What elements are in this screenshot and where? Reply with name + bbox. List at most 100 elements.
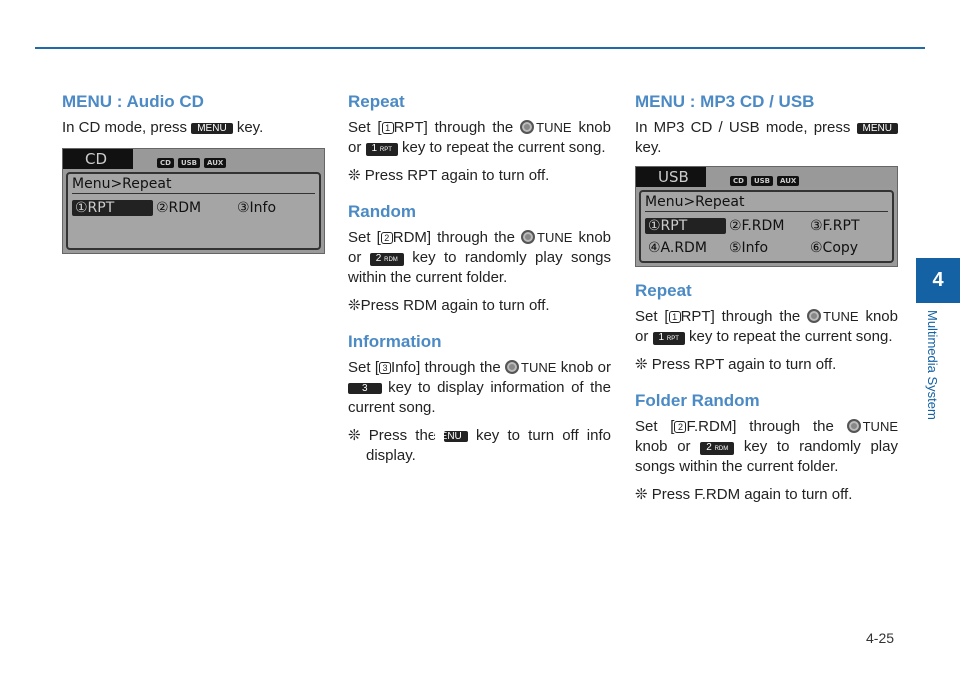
paragraph: Set [2 F.RDM] through the TUNE knob or 2 … [635, 417, 898, 477]
menu-key-icon: MENU [432, 431, 468, 442]
paragraph: Set [1 RPT] through the TUNE knob or 1 RP… [348, 118, 611, 158]
tune-knob-icon [521, 230, 536, 244]
header-rule [35, 47, 925, 49]
text: key. [635, 139, 662, 156]
text: knob or [635, 438, 691, 455]
text: RDM] through the [392, 229, 515, 246]
text: key. [236, 119, 264, 136]
text: ❊ Press the [348, 427, 437, 444]
number-2-icon: 2 [674, 421, 687, 433]
tune-knob-icon [846, 419, 861, 433]
section-repeat: Repeat Set [1 RPT] through the TUNE knob … [635, 281, 898, 375]
column-cd-options: Repeat Set [1 RPT] through the TUNE knob … [348, 92, 611, 482]
text: key to repeat the current song. [689, 328, 893, 345]
text: Set [ [635, 308, 669, 325]
text: F.RDM] through the [686, 418, 834, 435]
paragraph: Set [2 RDM] through the TUNE knob or 2 RD… [348, 228, 611, 288]
number-2-icon: 2 [380, 232, 393, 244]
section-information: Information Set [3 Info] through the TUNE… [348, 332, 611, 466]
badge-cd: CD [730, 175, 747, 186]
text: RPT] through the [393, 119, 514, 136]
menu-key-icon: MENU [191, 123, 233, 134]
paragraph: Set [3 Info] through the TUNE knob or 3 k… [348, 358, 611, 418]
text: TUNE [521, 360, 557, 375]
section-title: Information [348, 332, 442, 351]
section-title: Repeat [635, 281, 692, 300]
section-random: Random Set [2 RDM] through the TUNE knob … [348, 202, 611, 316]
note: ❊ Press F.RDM again to turn off. [635, 486, 853, 503]
column-audio-cd: MENU : Audio CD In CD mode, press MENU k… [62, 92, 325, 268]
paragraph: Set [1 RPT] through the TUNE knob or 1 RP… [635, 307, 898, 347]
menu-option: ②F.RDM [729, 218, 785, 234]
text: Set [ [348, 229, 381, 246]
tune-knob-icon [505, 360, 520, 374]
number-3-icon: 3 [379, 362, 392, 374]
section-folder-random: Folder Random Set [2 F.RDM] through the T… [635, 391, 898, 505]
section-title: Random [348, 202, 416, 221]
section-title: MENU : Audio CD [62, 92, 204, 111]
number-1-icon: 1 [381, 122, 394, 134]
note: ❊ Press RPT again to turn off. [348, 167, 550, 184]
chapter-tab: 4 [916, 258, 960, 303]
badge-usb: USB [750, 175, 774, 186]
section-title: Folder Random [635, 391, 760, 410]
badge-cd: CD [157, 157, 174, 168]
column-mp3-usb: MENU : MP3 CD / USB In MP3 CD / USB mode… [635, 92, 898, 521]
menu-option: ①RPT [645, 218, 726, 234]
text: knob or [560, 359, 611, 376]
key-number: 2 [706, 442, 712, 453]
paragraph: In MP3 CD / USB mode, press MENU key. [635, 118, 898, 158]
text: TUNE [862, 419, 898, 434]
section-title: Repeat [348, 92, 405, 111]
menu-option: ①RPT [72, 200, 153, 216]
badge-aux: AUX [777, 175, 800, 186]
menu-option: ②RDM [156, 200, 202, 216]
tune-knob-icon [520, 120, 535, 134]
screen-title: Menu>Repeat [72, 176, 315, 194]
chapter-title: Multimedia System [925, 310, 940, 420]
text: key to display information of the curren… [348, 379, 611, 416]
text: Set [ [635, 418, 675, 435]
menu-option: ③F.RPT [810, 218, 860, 234]
text: RPT] through the [680, 308, 801, 325]
text: Set [ [348, 119, 382, 136]
text: Set [ [348, 359, 380, 376]
info-key-icon: 3 [348, 383, 382, 394]
screen-tab: CD [63, 149, 133, 169]
number-1-icon: 1 [668, 311, 681, 323]
key-label: RPT [379, 147, 392, 153]
text: TUNE [823, 309, 859, 324]
text: In MP3 CD / USB mode, press [635, 119, 851, 136]
key-label: RDM [714, 446, 729, 452]
text: Info] through the [391, 359, 501, 376]
menu-option: ③Info [237, 200, 277, 216]
section-title: MENU : MP3 CD / USB [635, 92, 815, 111]
menu-key-icon: MENU [856, 123, 898, 134]
section-repeat: Repeat Set [1 RPT] through the TUNE knob … [348, 92, 611, 186]
menu-option: ⑥Copy [810, 240, 859, 256]
key-label: RPT [666, 336, 679, 342]
rdm-key-icon: 2 RDM [700, 442, 735, 455]
text: key to repeat the current song. [402, 139, 606, 156]
rdm-key-icon: 2 RDM [369, 253, 404, 266]
key-number: 2 [375, 253, 382, 264]
text: TUNE [537, 230, 573, 245]
paragraph: In CD mode, press MENU key. [62, 118, 325, 138]
rpt-key-icon: 1 RPT [652, 332, 685, 345]
note: ❊ Press RPT again to turn off. [635, 356, 837, 373]
menu-option: ⑤Info [729, 240, 769, 256]
note: ❊Press RDM again to turn off. [348, 297, 550, 314]
note: ❊ Press the MENU key to turn off info di… [348, 426, 611, 466]
tune-knob-icon [807, 309, 822, 323]
page-number: 4-25 [866, 630, 895, 646]
badge-usb: USB [177, 157, 201, 168]
screen-title: Menu>Repeat [645, 194, 888, 212]
menu-option: ④A.RDM [648, 240, 707, 256]
key-number: 1 [658, 332, 665, 343]
key-label: RDM [384, 257, 398, 263]
usb-display-screen: USB CD USB AUX Menu>Repeat ①RPT ②F.RDM ③F.RP… [635, 166, 898, 267]
cd-display-screen: CD CD USB AUX Menu>Repeat ①RPT ②RDM ③Info [62, 148, 325, 254]
rpt-key-icon: 1 RPT [365, 143, 398, 156]
screen-tab: USB [636, 167, 706, 187]
badge-aux: AUX [204, 157, 227, 168]
